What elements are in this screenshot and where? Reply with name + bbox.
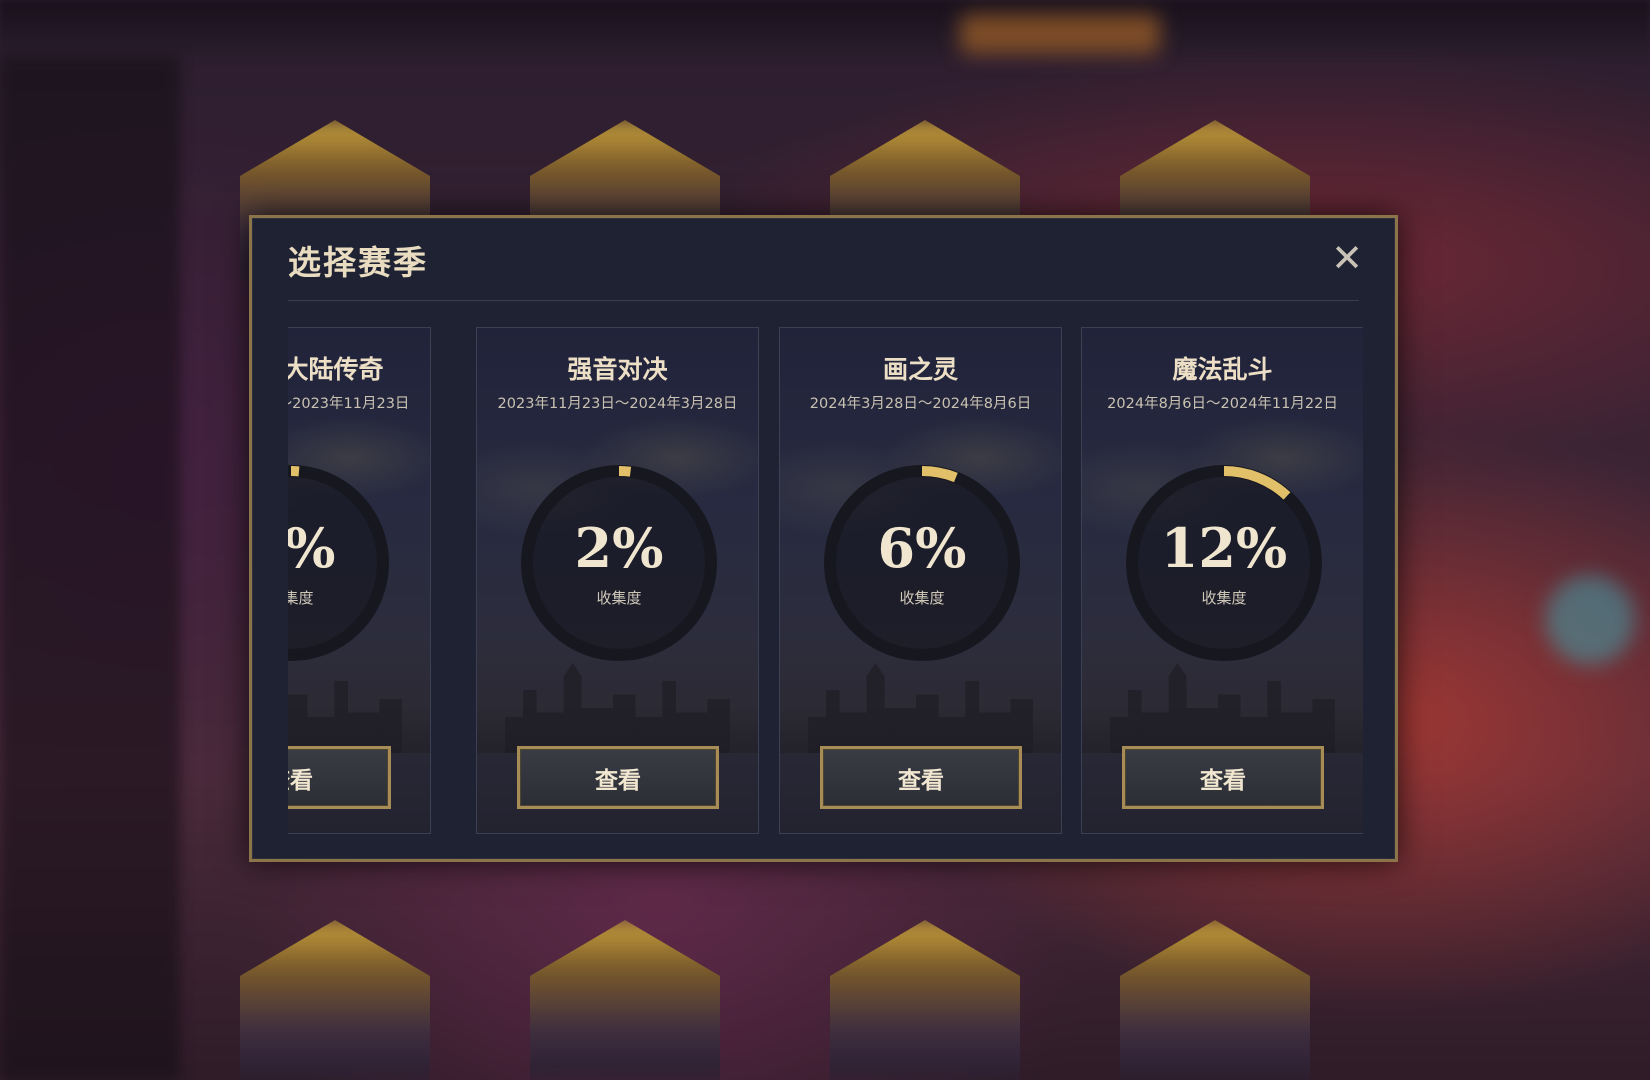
season-dates: 2023年11月23日～2024年3月28日 [497, 396, 738, 412]
modal-title: 选择赛季 [288, 243, 428, 282]
progress-percent: 12% [1160, 516, 1288, 580]
progress-percent: 6% [877, 516, 967, 580]
background-orange-tab [960, 14, 1160, 54]
progress-ring: 6% 收集度 [820, 461, 1024, 665]
view-button[interactable]: 查看 [820, 746, 1022, 809]
season-dates: 2023年7月20日～2023年11月23日 [288, 396, 410, 412]
progress-label: 收集度 [1201, 589, 1247, 607]
title-divider [288, 300, 1359, 301]
season-name: 强音对决 [567, 355, 668, 384]
season-name: 画之灵 [882, 355, 958, 384]
view-button[interactable]: 查看 [517, 746, 719, 809]
season-dates: 2024年3月28日～2024年8月6日 [809, 396, 1032, 412]
season-name: 大陆传奇 [288, 355, 384, 384]
progress-ring: 12% 收集度 [1122, 461, 1326, 665]
progress-label: 收集度 [596, 589, 642, 607]
view-button[interactable]: 查看 [1122, 746, 1324, 809]
select-season-modal: 选择赛季 ✕ 大陆传奇 2023年7月20日～2023年11月23日 1% 收集… [249, 215, 1398, 862]
background-sidebar [0, 56, 180, 1080]
season-card: 魔法乱斗 2024年8月6日～2024年11月22日 12% 收集度 查看 [1081, 327, 1363, 834]
season-card: 大陆传奇 2023年7月20日～2023年11月23日 1% 收集度 查看 [288, 327, 431, 834]
progress-label: 收集度 [899, 589, 945, 607]
progress-label: 收集度 [288, 589, 314, 607]
progress-percent: 2% [574, 516, 664, 580]
close-button[interactable]: ✕ [1327, 238, 1367, 278]
progress-percent: 1% [288, 516, 336, 580]
progress-ring: 2% 收集度 [517, 461, 721, 665]
season-card: 强音对决 2023年11月23日～2024年3月28日 2% 收集度 查看 [476, 327, 759, 834]
background-teal-orb [1545, 575, 1635, 665]
season-card-list[interactable]: 大陆传奇 2023年7月20日～2023年11月23日 1% 收集度 查看 强音… [288, 327, 1363, 834]
close-icon: ✕ [1331, 236, 1363, 280]
season-dates: 2024年8月6日～2024年11月22日 [1107, 396, 1338, 412]
season-card: 画之灵 2024年3月28日～2024年8月6日 6% 收集度 查看 [779, 327, 1062, 834]
progress-ring: 1% 收集度 [288, 461, 393, 665]
background-top-bar [0, 0, 1650, 56]
view-button[interactable]: 查看 [288, 746, 391, 809]
season-name: 魔法乱斗 [1172, 355, 1273, 384]
